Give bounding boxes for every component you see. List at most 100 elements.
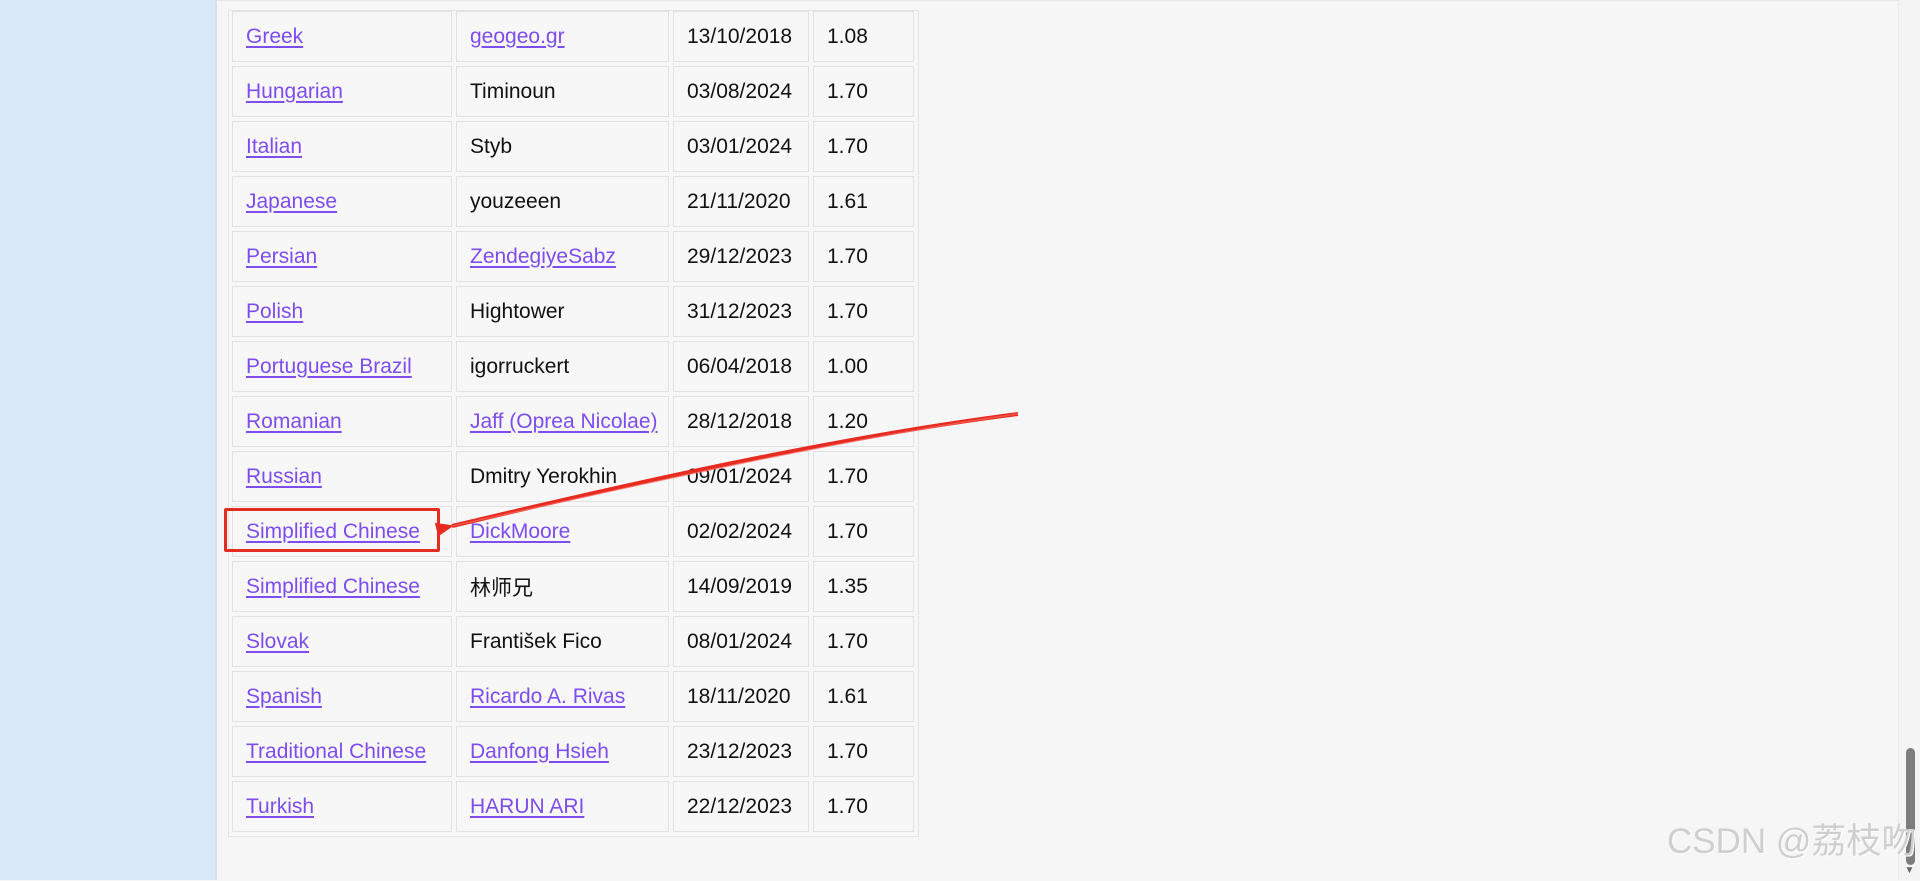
date-text: 31/12/2023 xyxy=(687,299,793,323)
version-text: 1.70 xyxy=(827,739,868,763)
translator-link[interactable]: Jaff (Oprea Nicolae) xyxy=(470,410,658,434)
table-row: Turkish HARUN ARI 22/12/2023 1.70 xyxy=(229,781,918,836)
language-cell: Hungarian xyxy=(232,66,452,117)
language-cell: Slovak xyxy=(232,616,452,667)
translator-link[interactable]: DickMoore xyxy=(470,520,570,544)
date-text: 02/02/2024 xyxy=(687,519,793,543)
table-row: Greek geogeo.gr 13/10/2018 1.08 xyxy=(229,11,918,66)
version-cell: 1.61 xyxy=(813,671,914,722)
translator-cell: Jaff (Oprea Nicolae) xyxy=(456,396,669,447)
translations-table: Greek geogeo.gr 13/10/2018 1.08 Hungaria… xyxy=(228,10,919,837)
table-row: Japanese youzeeen 21/11/2020 1.61 xyxy=(229,176,918,231)
version-text: 1.70 xyxy=(827,464,868,488)
version-cell: 1.70 xyxy=(813,451,914,502)
version-cell: 1.70 xyxy=(813,231,914,282)
date-text: 13/10/2018 xyxy=(687,24,793,48)
annotation-highlight-box xyxy=(224,508,440,552)
language-cell: Simplified Chinese xyxy=(232,561,452,612)
version-text: 1.61 xyxy=(827,684,868,708)
version-cell: 1.70 xyxy=(813,726,914,777)
language-link[interactable]: Simplified Chinese xyxy=(246,575,420,599)
table-row: Spanish Ricardo A. Rivas 18/11/2020 1.61 xyxy=(229,671,918,726)
language-link[interactable]: Greek xyxy=(246,25,303,49)
table-row: Romanian Jaff (Oprea Nicolae) 28/12/2018… xyxy=(229,396,918,451)
language-cell: Polish xyxy=(232,286,452,337)
version-cell: 1.70 xyxy=(813,121,914,172)
language-cell: Greek xyxy=(232,11,452,62)
translator-link[interactable]: geogeo.gr xyxy=(470,25,565,49)
date-cell: 21/11/2020 xyxy=(673,176,809,227)
translator-link[interactable]: HARUN ARI xyxy=(470,795,584,819)
date-cell: 23/12/2023 xyxy=(673,726,809,777)
language-link[interactable]: Romanian xyxy=(246,410,342,434)
language-link[interactable]: Portuguese Brazil xyxy=(246,355,412,379)
version-cell: 1.35 xyxy=(813,561,914,612)
translator-cell: HARUN ARI xyxy=(456,781,669,832)
table-row: Italian Styb 03/01/2024 1.70 xyxy=(229,121,918,176)
vertical-scrollbar[interactable]: ▼ xyxy=(1898,0,1920,880)
translator-link[interactable]: Ricardo A. Rivas xyxy=(470,685,625,709)
date-text: 06/04/2018 xyxy=(687,354,793,378)
version-cell: 1.00 xyxy=(813,341,914,392)
version-text: 1.70 xyxy=(827,629,868,653)
language-cell: Spanish xyxy=(232,671,452,722)
language-cell: Italian xyxy=(232,121,452,172)
language-link[interactable]: Turkish xyxy=(246,795,314,819)
version-text: 1.08 xyxy=(827,24,868,48)
translator-text: František Fico xyxy=(470,629,602,653)
version-text: 1.70 xyxy=(827,134,868,158)
table-row: Simplified Chinese 林师兄 14/09/2019 1.35 xyxy=(229,561,918,616)
language-link[interactable]: Japanese xyxy=(246,190,337,214)
date-text: 14/09/2019 xyxy=(687,574,793,598)
translator-cell: geogeo.gr xyxy=(456,11,669,62)
date-cell: 08/01/2024 xyxy=(673,616,809,667)
table-row: Russian Dmitry Yerokhin 09/01/2024 1.70 xyxy=(229,451,918,506)
date-cell: 14/09/2019 xyxy=(673,561,809,612)
translator-text: Timinoun xyxy=(470,79,556,103)
table-row: Hungarian Timinoun 03/08/2024 1.70 xyxy=(229,66,918,121)
translator-cell: youzeeen xyxy=(456,176,669,227)
translator-cell: Ricardo A. Rivas xyxy=(456,671,669,722)
language-cell: Persian xyxy=(232,231,452,282)
table-row: Persian ZendegiyeSabz 29/12/2023 1.70 xyxy=(229,231,918,286)
date-cell: 31/12/2023 xyxy=(673,286,809,337)
left-sidebar xyxy=(0,0,217,880)
translator-cell: 林师兄 xyxy=(456,561,669,612)
language-link[interactable]: Spanish xyxy=(246,685,322,709)
language-link[interactable]: Traditional Chinese xyxy=(246,740,426,764)
translator-cell: Timinoun xyxy=(456,66,669,117)
date-cell: 18/11/2020 xyxy=(673,671,809,722)
table-row: Slovak František Fico 08/01/2024 1.70 xyxy=(229,616,918,671)
date-text: 08/01/2024 xyxy=(687,629,793,653)
translator-cell: Hightower xyxy=(456,286,669,337)
language-cell: Japanese xyxy=(232,176,452,227)
language-link[interactable]: Hungarian xyxy=(246,80,343,104)
version-text: 1.70 xyxy=(827,299,868,323)
language-link[interactable]: Italian xyxy=(246,135,302,159)
date-cell: 13/10/2018 xyxy=(673,11,809,62)
version-text: 1.70 xyxy=(827,244,868,268)
version-text: 1.20 xyxy=(827,409,868,433)
version-cell: 1.70 xyxy=(813,66,914,117)
language-link[interactable]: Persian xyxy=(246,245,317,269)
language-link[interactable]: Polish xyxy=(246,300,303,324)
version-text: 1.70 xyxy=(827,794,868,818)
version-text: 1.61 xyxy=(827,189,868,213)
date-text: 09/01/2024 xyxy=(687,464,793,488)
version-text: 1.70 xyxy=(827,519,868,543)
translator-link[interactable]: ZendegiyeSabz xyxy=(470,245,616,269)
date-text: 22/12/2023 xyxy=(687,794,793,818)
translator-text: Dmitry Yerokhin xyxy=(470,464,618,488)
version-cell: 1.70 xyxy=(813,506,914,557)
table-row: Traditional Chinese Danfong Hsieh 23/12/… xyxy=(229,726,918,781)
translator-cell: igorruckert xyxy=(456,341,669,392)
translator-text: 林师兄 xyxy=(470,576,533,600)
language-cell: Portuguese Brazil xyxy=(232,341,452,392)
scroll-down-icon[interactable]: ▼ xyxy=(1903,866,1916,876)
translator-link[interactable]: Danfong Hsieh xyxy=(470,740,609,764)
language-link[interactable]: Slovak xyxy=(246,630,309,654)
date-text: 18/11/2020 xyxy=(687,684,791,708)
translator-text: Styb xyxy=(470,134,513,158)
language-link[interactable]: Russian xyxy=(246,465,322,489)
date-text: 23/12/2023 xyxy=(687,739,793,763)
